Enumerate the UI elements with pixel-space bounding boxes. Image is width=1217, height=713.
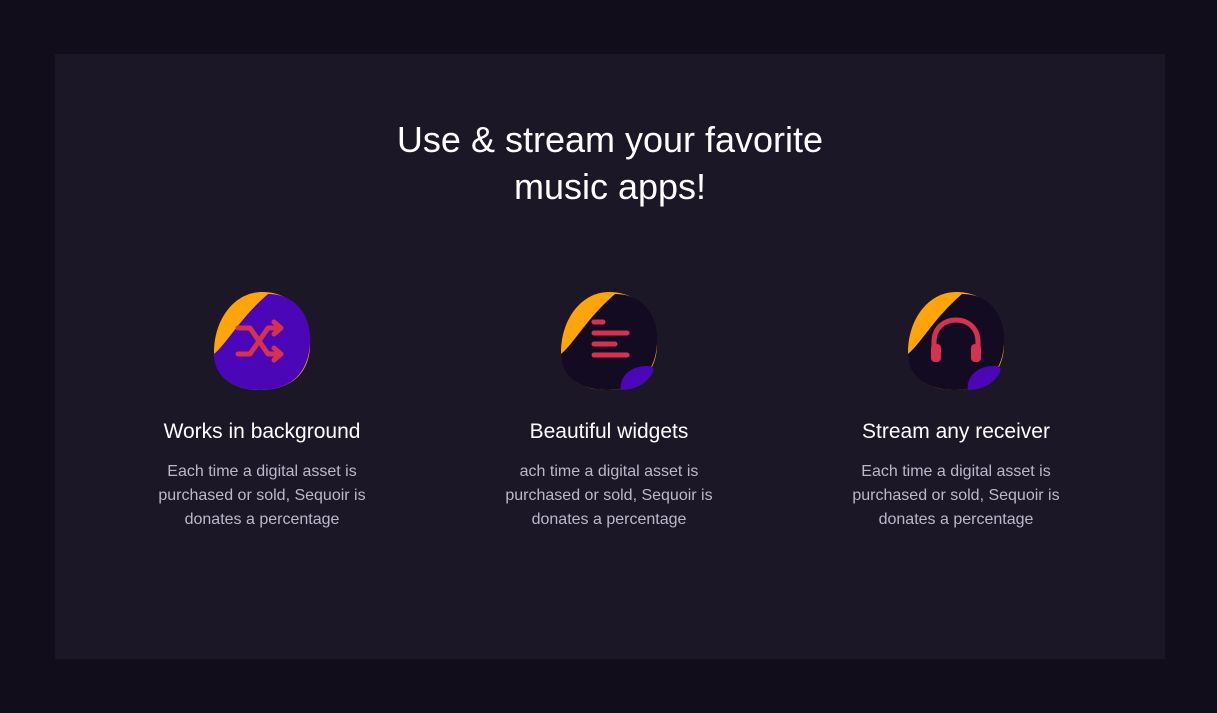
feature-icon-blob [557,290,661,394]
widgets-icon [591,319,630,358]
section-heading-line-2: music apps! [513,166,707,207]
feature-description: Each time a digital asset is purchased o… [852,463,1060,528]
feature-description: ach time a digital asset is purchased or… [505,463,713,528]
feature-icon-blob [210,290,314,394]
section-heading-line-1: Use & stream your favorite [396,119,824,160]
headphones-icon [931,317,981,362]
shuffle-icon [235,319,284,363]
feature-title: Works in background [163,420,361,443]
feature-title: Beautiful widgets [529,420,689,443]
section-heading: Use & stream your favorite music apps! [55,116,1165,210]
feature-card-widgets: Beautiful widgets ach time a digital ass… [479,290,739,532]
features-section: Use & stream your favorite music apps! W… [55,54,1165,659]
feature-title: Stream any receiver [862,420,1050,443]
feature-description: Each time a digital asset is purchased o… [158,463,366,528]
feature-card-background: Works in background Each time a digital … [132,290,392,532]
feature-icon-blob [904,290,1008,394]
feature-card-receiver: Stream any receiver Each time a digital … [826,290,1086,532]
